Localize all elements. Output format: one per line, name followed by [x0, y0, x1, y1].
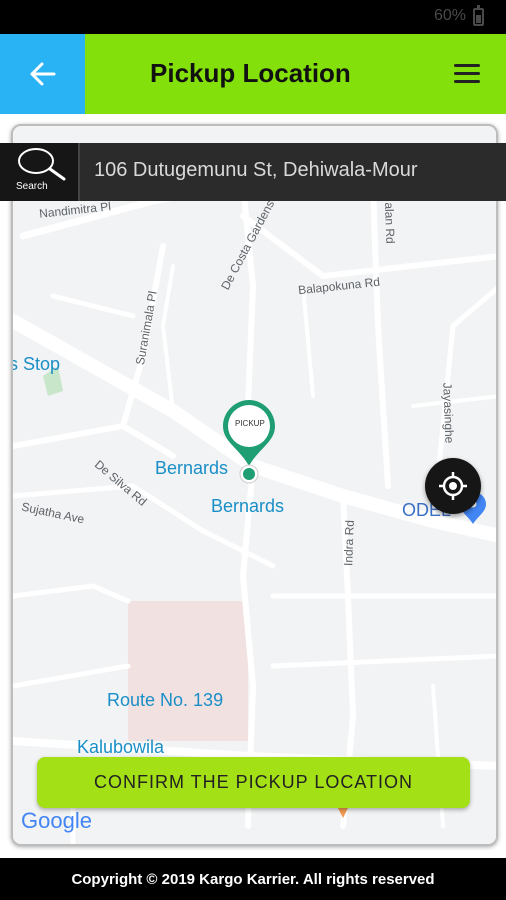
poi-label: Bernards: [155, 458, 229, 478]
footer-copyright: Copyright © 2019 Kargo Karrier. All righ…: [0, 858, 506, 900]
pickup-marker-label: PICKUP: [235, 419, 265, 428]
street-label: alan Rd: [381, 202, 398, 244]
battery-percentage: 60%: [433, 7, 466, 24]
search-label: Search: [16, 181, 48, 192]
app-header: Pickup Location: [0, 34, 506, 114]
magnifier-icon: [18, 148, 66, 181]
street-label: Jayasinghe: [440, 382, 457, 444]
arrow-left-icon: [30, 62, 55, 86]
my-location-button[interactable]: [425, 458, 481, 514]
street-label: Indra Rd: [341, 519, 357, 567]
battery-icon: [473, 5, 484, 26]
hamburger-menu-icon: [454, 64, 480, 67]
google-logo: Google: [21, 808, 92, 833]
search-bar: Search 106 Dutugemunu St, Dehiwala-Mour: [0, 143, 506, 201]
poi-label: s Stop: [11, 354, 61, 374]
page-title: Pickup Location: [150, 58, 351, 88]
poi-label: Bernards: [211, 496, 285, 516]
my-location-icon: [439, 472, 467, 500]
status-bar: 60%: [0, 0, 506, 34]
poi-label: Route No. 139: [107, 690, 224, 710]
back-button[interactable]: [0, 34, 85, 114]
search-button[interactable]: Search: [0, 143, 80, 201]
menu-button[interactable]: [454, 64, 482, 84]
poi-label: Kalubowila: [77, 737, 165, 757]
confirm-pickup-button[interactable]: CONFIRM THE PICKUP LOCATION: [37, 757, 470, 808]
search-input[interactable]: 106 Dutugemunu St, Dehiwala-Mour: [94, 159, 494, 182]
